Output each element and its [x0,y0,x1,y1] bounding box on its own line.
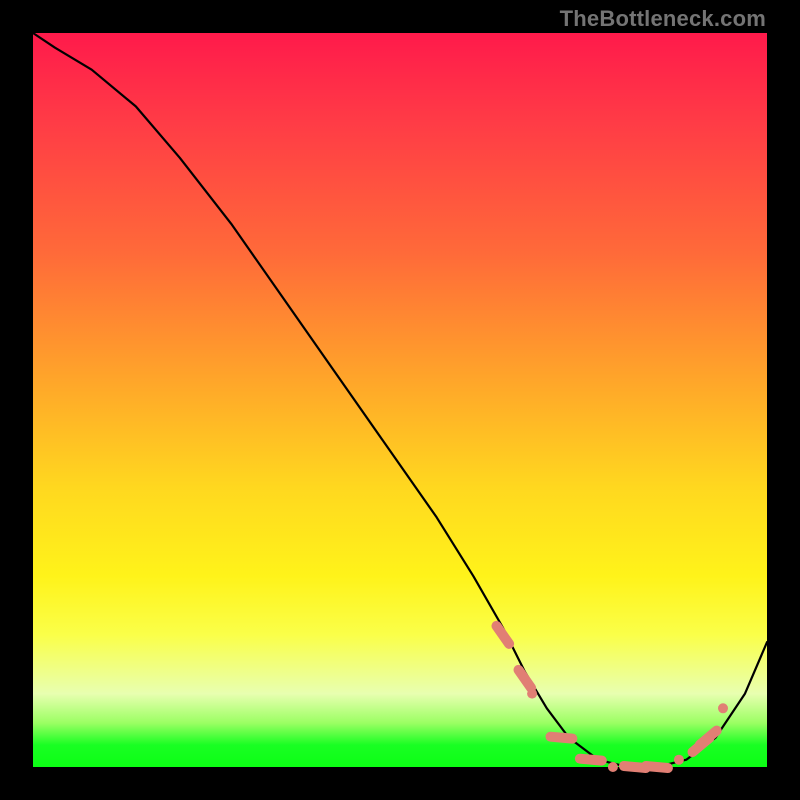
marker-dash [551,737,573,739]
chart-frame: TheBottleneck.com [0,0,800,800]
marker-dash [497,626,510,644]
watermark-text: TheBottleneck.com [560,6,766,32]
curve-layer [33,33,767,767]
marker-dash [519,670,532,688]
marker-dot [718,703,728,713]
marker-dot [608,762,618,772]
trough-markers [497,626,729,772]
marker-dash [700,731,717,745]
bottleneck-curve [33,33,767,767]
marker-dash [646,766,668,768]
marker-dot [527,689,537,699]
marker-dot [674,755,684,765]
marker-dash [580,759,602,761]
